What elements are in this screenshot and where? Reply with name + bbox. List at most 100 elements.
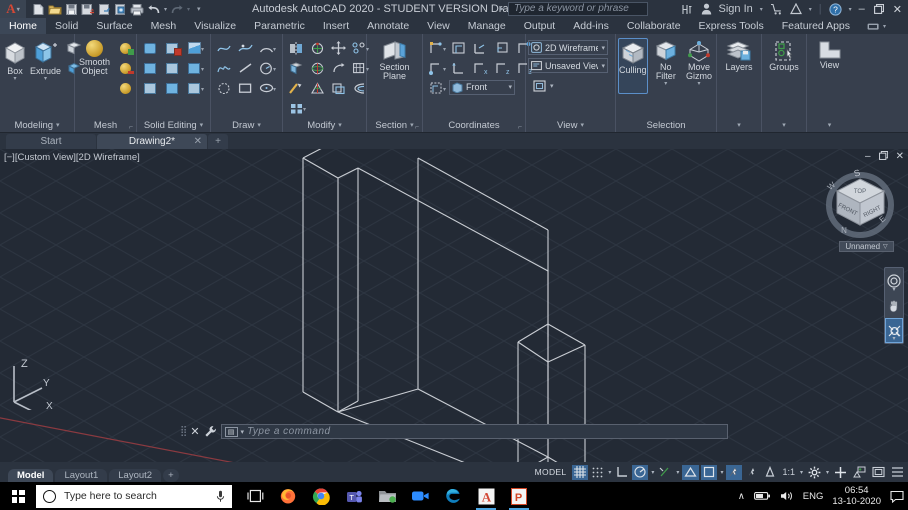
ribbon-tab-insert[interactable]: Insert (314, 18, 358, 34)
ucs-named-button[interactable] (469, 38, 491, 58)
drawing-viewport[interactable]: [−][Custom View][2D Wireframe] – ✕ S W E… (0, 149, 908, 462)
ribbon-tab-annotate[interactable]: Annotate (358, 18, 418, 34)
file-tab-drawing2[interactable]: Drawing2* ✕ (97, 134, 207, 149)
volume-icon[interactable] (780, 490, 794, 502)
taskbar-clock[interactable]: 06:54 13-10-2020 (832, 485, 881, 507)
3d-rotate-button[interactable] (306, 58, 328, 78)
ucs-manager-button[interactable]: ▾ (425, 78, 447, 98)
help-icon[interactable]: ? (829, 2, 842, 16)
osnap-dropdown-icon[interactable]: ▾ (719, 469, 724, 476)
sign-in-avatar-icon[interactable] (701, 3, 712, 15)
object-snap-tracking-icon[interactable] (657, 465, 673, 480)
grid-display-icon[interactable] (572, 464, 589, 480)
ribbon-tab-collaborate[interactable]: Collaborate (618, 18, 690, 34)
workspace-gear-icon[interactable] (806, 465, 823, 480)
account-dropdown-icon[interactable]: ▾ (809, 6, 812, 13)
groups-button[interactable]: Groups (764, 38, 804, 72)
minimize-button[interactable]: – (859, 3, 865, 15)
snap-dropdown-icon[interactable]: ▾ (607, 469, 612, 476)
task-view-icon[interactable] (240, 482, 270, 510)
panel-label-view[interactable]: View ▾ (528, 118, 613, 132)
panel-label-draw[interactable]: Draw ▾ (213, 118, 280, 132)
explorer-icon[interactable] (372, 482, 402, 510)
model-space-button[interactable]: MODEL (531, 467, 571, 477)
extrude-button[interactable]: Extrude ▾ (30, 38, 61, 82)
ribbon-tab-parametric[interactable]: Parametric (245, 18, 314, 34)
no-filter-dropdown-icon[interactable]: ▾ (664, 81, 667, 87)
customization-menu-icon[interactable] (889, 465, 906, 480)
view-cube[interactable]: S W E N TOP FRONT RIGHT (822, 161, 898, 243)
subtract-button[interactable] (161, 38, 183, 58)
panel-label-groups[interactable]: ▾ (764, 118, 804, 132)
layout-tab-layout1[interactable]: Layout1 (55, 469, 108, 482)
firefox-icon[interactable] (273, 482, 303, 510)
move-button[interactable] (327, 38, 349, 58)
ribbon-tab-solid[interactable]: Solid (46, 18, 87, 34)
annotation-scale-value[interactable]: 1:1 (780, 465, 797, 480)
rectangle-button[interactable] (234, 78, 256, 98)
solid-edit-face-button[interactable] (139, 58, 161, 78)
ribbon-tab-manage[interactable]: Manage (459, 18, 515, 34)
publish-icon[interactable] (114, 3, 127, 16)
file-tab-close-icon[interactable]: ✕ (194, 136, 202, 147)
file-tab-add-button[interactable]: + (208, 134, 228, 149)
zoom-app-icon[interactable] (405, 482, 435, 510)
culling-button[interactable]: Culling (618, 38, 648, 94)
ribbon-tab-express-tools[interactable]: Express Tools (690, 18, 773, 34)
search-expand-icon[interactable]: ▸ (500, 4, 504, 13)
visual-style-combo[interactable]: 2D Wireframe ▾ (528, 40, 608, 55)
save-icon[interactable] (65, 3, 78, 16)
sign-in-label[interactable]: Sign In (719, 3, 753, 15)
shell-button[interactable]: ▾ (183, 78, 205, 98)
panel-label-solid-editing[interactable]: Solid Editing ▾ (139, 118, 208, 132)
union-button[interactable] (139, 38, 161, 58)
intersect-button[interactable]: ▾ (183, 38, 205, 58)
teams-icon[interactable]: T (339, 482, 369, 510)
ucs-y-button[interactable]: z (491, 58, 513, 78)
panel-label-layers[interactable]: ▾ (719, 118, 759, 132)
selection-cycling-icon[interactable] (762, 465, 778, 480)
steering-wheel-button[interactable]: ▾ (885, 268, 903, 293)
tray-expand-icon[interactable]: ∧ (738, 491, 745, 502)
ribbon-tab-view[interactable]: View (418, 18, 459, 34)
new-icon[interactable] (32, 3, 45, 16)
application-menu-button[interactable]: A ▾ (0, 0, 26, 18)
redo-dropdown-icon[interactable]: ▾ (187, 6, 190, 13)
ribbon-tab-mesh[interactable]: Mesh (142, 18, 186, 34)
move-gizmo-button[interactable]: Move Gizmo ▾ (684, 38, 714, 87)
ellipse-button[interactable]: ▾ (255, 78, 277, 98)
transparency-icon[interactable] (744, 465, 760, 480)
object-snap-icon[interactable] (701, 464, 718, 480)
smooth-object-button[interactable]: Smooth Object (77, 38, 112, 76)
section-plane-button[interactable]: Section Plane (370, 38, 420, 81)
snap-mode-icon[interactable] (590, 465, 605, 480)
ribbon-tab-surface[interactable]: Surface (87, 18, 141, 34)
view-button[interactable]: View (810, 38, 850, 70)
command-history-dropdown-icon[interactable]: ▾ (241, 428, 245, 436)
open-icon[interactable] (48, 3, 62, 16)
ucs-x-button[interactable]: x (469, 58, 491, 78)
zoom-extents-button[interactable]: ▾ (885, 318, 903, 343)
slice-button[interactable] (139, 78, 161, 98)
solid-edit-edge-button[interactable] (161, 58, 183, 78)
notification-icon[interactable] (890, 490, 904, 503)
wrench-icon[interactable] (204, 425, 217, 438)
isolate-objects-icon[interactable] (851, 465, 868, 480)
box-button[interactable]: Box ▾ (2, 38, 28, 82)
hardware-accel-icon[interactable] (832, 465, 849, 480)
language-indicator[interactable]: ENG (803, 491, 824, 502)
box-dropdown-icon[interactable]: ▾ (13, 76, 16, 82)
edge-icon[interactable] (438, 482, 468, 510)
revcloud-button[interactable] (213, 78, 235, 98)
line-button[interactable] (234, 58, 256, 78)
layers-button[interactable]: Layers (719, 38, 759, 72)
polar-dropdown-icon[interactable]: ▾ (650, 469, 655, 476)
ucs-origin-button[interactable]: ▾ (425, 58, 447, 78)
ucs-zaxis-button[interactable] (447, 58, 469, 78)
annotation-scale-dropdown-icon[interactable]: ▾ (799, 469, 804, 476)
ribbon-tab-featured-apps[interactable]: Featured Apps (773, 18, 859, 34)
panel-label-section[interactable]: Section ▾ ⌐ (369, 118, 420, 132)
3dpolyline-button[interactable] (234, 38, 256, 58)
circle-button[interactable]: ▾ (255, 58, 277, 78)
close-button[interactable]: ✕ (893, 3, 902, 16)
